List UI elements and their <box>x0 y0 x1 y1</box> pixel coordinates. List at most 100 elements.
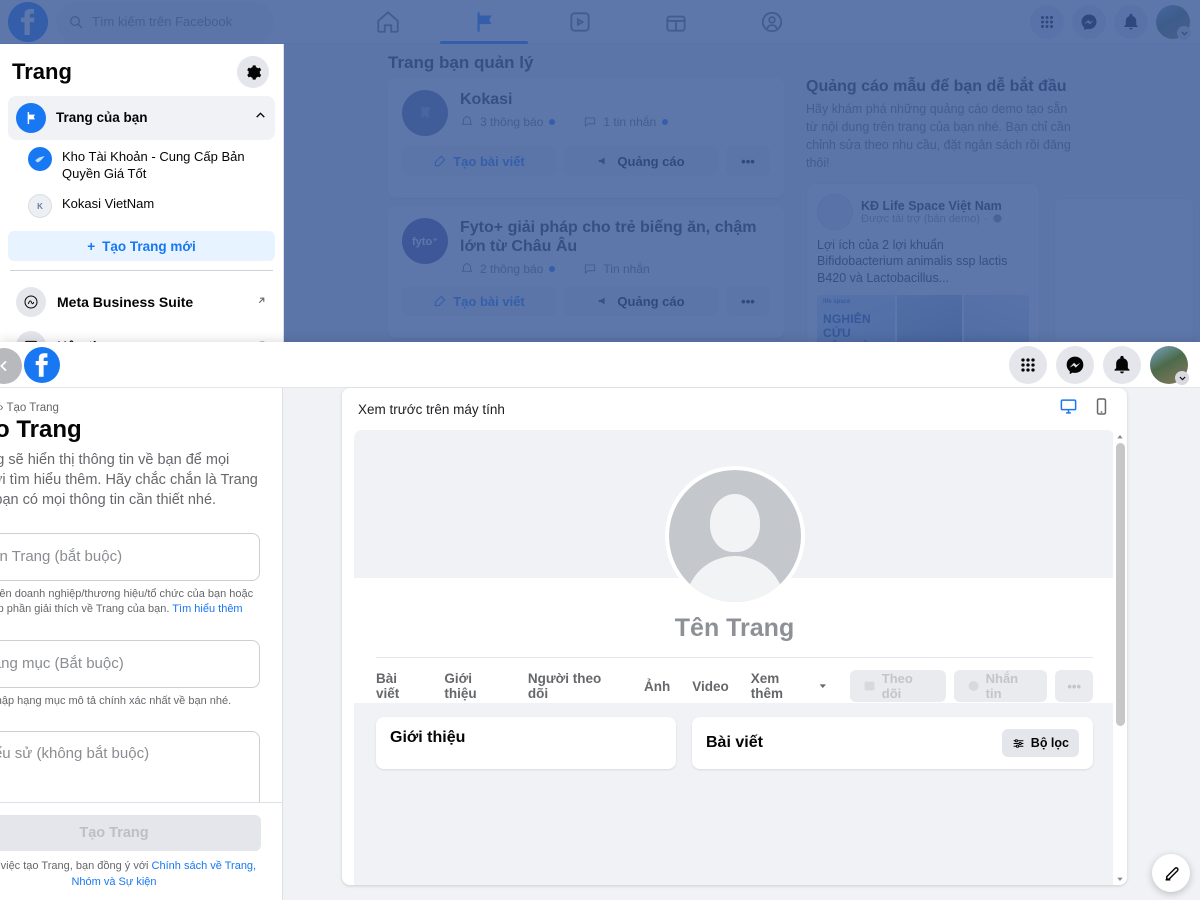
back-button[interactable] <box>0 348 22 384</box>
messenger-icon[interactable] <box>1072 5 1106 39</box>
managed-pages-title: Trang bạn quản lý <box>388 53 534 72</box>
preview-more-label: ••• <box>1067 678 1081 694</box>
create-post-button[interactable]: Tạo bài viết <box>402 146 556 176</box>
facebook-logo-icon[interactable] <box>8 1 48 42</box>
globe-icon <box>993 214 1002 223</box>
scrollbar-track[interactable] <box>1115 443 1125 872</box>
demo-ad-card-secondary[interactable] <box>1054 198 1194 342</box>
page-card-meta: 3 thông báo 1 tin nhắn <box>460 115 770 129</box>
preview-tab-more[interactable]: Xem thêm <box>751 671 828 701</box>
preview-tab-photos[interactable]: Ảnh <box>644 679 670 694</box>
ad-image-2 <box>897 295 962 342</box>
apps-grid-icon[interactable] <box>1009 346 1047 384</box>
page-card-actions: Tạo bài viết Quảng cáo ••• <box>402 146 770 176</box>
demo-ad-avatar <box>817 193 853 230</box>
preview-tab-about[interactable]: Giới thiệu <box>444 671 505 701</box>
page-messages-label: 1 tin nhắn <box>603 115 657 130</box>
preview-tab-videos[interactable]: Video <box>692 679 729 694</box>
advertise-button[interactable]: Quảng cáo <box>564 146 718 176</box>
page-more-button[interactable]: ••• <box>726 146 770 176</box>
preview-tab-posts[interactable]: Bài viết <box>376 671 422 701</box>
ad-image-brand: life space <box>823 299 851 306</box>
page-name-hint: Dùng tên doanh nghiệp/thương hiệu/tổ chứ… <box>0 587 254 616</box>
chevron-down-icon <box>819 684 827 689</box>
terms-notice: Bằng việc tạo Trang, bạn đồng ý với Chín… <box>0 860 257 888</box>
category-input[interactable]: Hạng mục (Bắt buộc) <box>0 639 260 688</box>
preview-filter-button[interactable]: Bộ lọc <box>1001 729 1079 757</box>
create-post-label: Tạo bài viết <box>453 293 525 309</box>
preview-about-title: Giới thiệu <box>390 729 466 746</box>
create-post-button[interactable]: Tạo bài viết <box>402 286 556 317</box>
create-new-page-button[interactable]: + Tạo Trang mới <box>8 231 275 262</box>
advertise-button[interactable]: Quảng cáo <box>564 286 718 317</box>
nav-tab-pages[interactable] <box>436 0 532 44</box>
marketplace-icon <box>666 15 686 32</box>
nav-tab-groups[interactable] <box>724 0 820 44</box>
sidebar-page-label: Kho Tài Khoản - Cung Cấp Bản Quyền Giá T… <box>62 149 245 181</box>
page-preview-card: Xem trước trên máy tính Tên Trang Bài vi… <box>342 388 1127 885</box>
desktop-icon[interactable] <box>1059 397 1078 421</box>
page-more-button[interactable]: ••• <box>726 286 770 317</box>
flag-icon <box>477 12 492 32</box>
sidebar-page-item[interactable]: Kho Tài Khoản - Cung Cấp Bản Quyền Giá T… <box>8 142 275 187</box>
preview-scrollbar[interactable] <box>1113 430 1127 885</box>
follow-button[interactable]: Theo dõi <box>849 670 946 702</box>
page-more-label: ••• <box>741 153 755 169</box>
preview-more-button[interactable]: ••• <box>1055 670 1093 702</box>
nav-tab-video[interactable] <box>532 0 628 44</box>
background-right-icons <box>1030 0 1191 44</box>
chevron-up-icon <box>254 109 267 127</box>
page-name-input[interactable]: Tên Trang (bắt buộc) <box>0 532 260 581</box>
mobile-icon[interactable] <box>1092 397 1111 421</box>
page-name-learn-more-link[interactable]: Tìm hiểu thêm <box>172 603 242 615</box>
search-box[interactable] <box>56 1 274 42</box>
page-card[interactable]: fyto⁺ Fyto+ giải pháp cho trẻ biếng ăn, … <box>388 206 784 338</box>
bell-icon[interactable] <box>1103 346 1141 384</box>
preview-tab-followers[interactable]: Người theo dõi <box>528 671 622 701</box>
page-notifications[interactable]: 2 thông báo <box>460 262 556 276</box>
filter-icon <box>1013 738 1024 748</box>
compose-floating-button[interactable] <box>1152 854 1190 892</box>
foreground-right-icons <box>1009 342 1189 388</box>
demo-ad-card[interactable]: KĐ Life Space Việt Nam Được tài trợ (bản… <box>806 182 1040 342</box>
bell-icon[interactable] <box>1114 5 1148 39</box>
message-button[interactable]: Nhắn tin <box>953 670 1048 702</box>
sidebar-page-label: Kokasi VietNam <box>62 196 155 212</box>
gear-icon[interactable] <box>237 56 269 88</box>
scroll-down-arrow-icon[interactable] <box>1116 872 1124 885</box>
sidebar-page-item[interactable]: K Kokasi VietNam <box>8 189 275 223</box>
preview-lower-section: Giới thiệu Bài viết Bộ lọc <box>354 705 1115 769</box>
divider <box>10 270 273 272</box>
page-messages[interactable]: Tin nhắn <box>583 262 650 276</box>
default-avatar-icon <box>664 466 805 606</box>
nav-tab-marketplace[interactable] <box>628 0 724 44</box>
scrollbar-thumb[interactable] <box>1115 443 1125 727</box>
page-more-label: ••• <box>741 293 755 309</box>
avatar[interactable] <box>1150 346 1189 385</box>
scroll-up-arrow-icon[interactable] <box>1116 430 1124 443</box>
page-notifications[interactable]: 3 thông báo <box>460 115 556 129</box>
avatar-head <box>709 494 760 552</box>
flag-icon <box>16 103 46 133</box>
sidebar-item-meta-business-suite[interactable]: Meta Business Suite <box>8 280 275 324</box>
create-page-submit-button[interactable]: Tạo Trang <box>0 815 261 852</box>
messenger-icon[interactable] <box>1056 346 1094 384</box>
avatar-body <box>684 556 785 602</box>
preview-posts-panel: Bài viết Bộ lọc <box>692 717 1093 769</box>
apps-grid-icon[interactable] <box>1030 5 1064 39</box>
sidebar-item-inbox[interactable]: Hộp thư <box>8 324 275 342</box>
groups-icon <box>761 11 783 33</box>
facebook-logo-icon[interactable] <box>24 347 60 383</box>
message-dot <box>662 119 669 126</box>
page-avatar <box>28 147 52 171</box>
foreground-top-navbar <box>0 342 1200 388</box>
sidebar-item-your-pages[interactable]: Trang của bạn <box>8 96 275 140</box>
preview-posts-title: Bài viết <box>706 734 763 751</box>
page-card-header: fyto⁺ Fyto+ giải pháp cho trẻ biếng ăn, … <box>402 218 770 276</box>
nav-tab-home[interactable] <box>340 0 436 44</box>
avatar[interactable] <box>1156 5 1191 40</box>
page-messages[interactable]: 1 tin nhắn <box>583 115 669 130</box>
page-card[interactable]: Kokasi 3 thông báo 1 tin nhắn Tạo bài vi… <box>388 78 784 198</box>
demo-ad-images: life space NGHIÊN CỨU LÂM SÀNG VỀ TÁC DỤ… <box>817 295 1029 342</box>
search-input[interactable] <box>92 14 262 29</box>
